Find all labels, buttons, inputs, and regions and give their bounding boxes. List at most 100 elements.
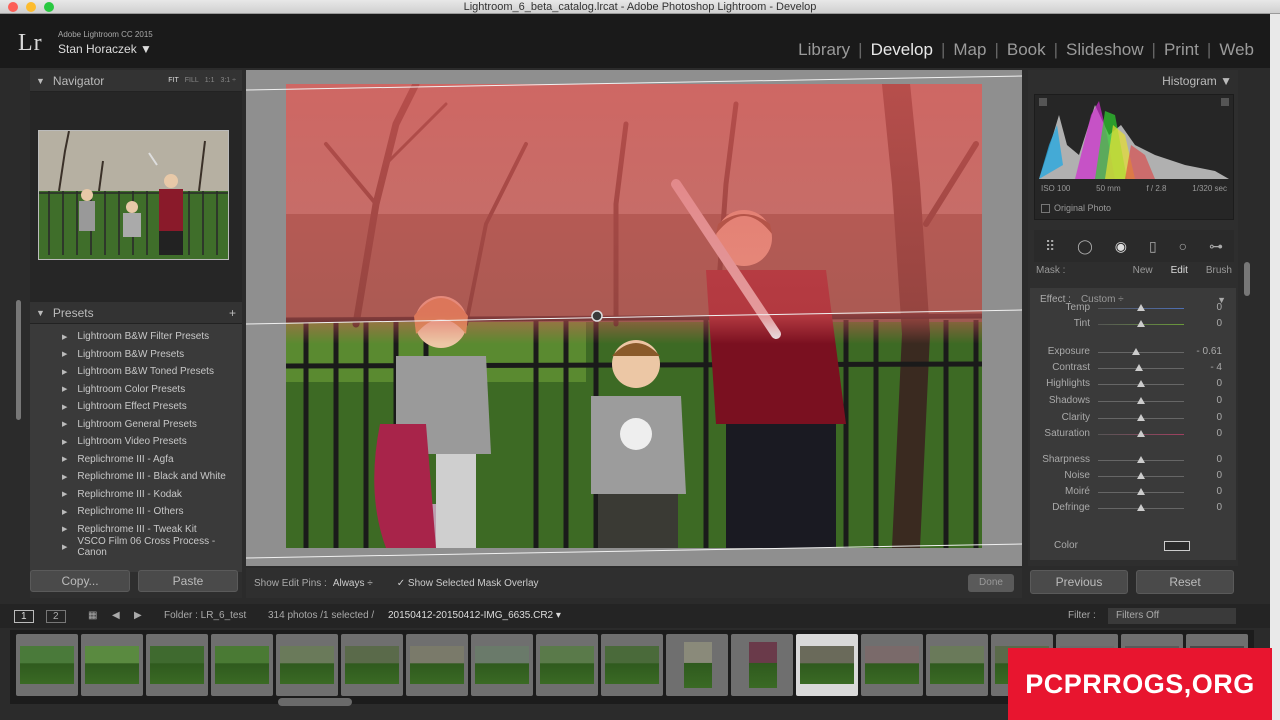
preset-folder[interactable]: ▶ Replichrome III - Agfa xyxy=(30,451,242,469)
slider-value[interactable]: 0 xyxy=(1216,318,1222,329)
slider-value[interactable]: 0 xyxy=(1216,428,1222,439)
view-2-button[interactable]: 2 xyxy=(46,610,66,623)
zoom-fit[interactable]: FIT xyxy=(168,77,179,84)
slider-knob[interactable] xyxy=(1137,320,1145,327)
red-eye-icon[interactable]: ◉ xyxy=(1115,238,1127,255)
filmstrip-thumbnail[interactable] xyxy=(146,634,208,696)
mask-brush[interactable]: Brush xyxy=(1206,265,1232,276)
slider-value[interactable]: 0 xyxy=(1216,412,1222,423)
original-photo-toggle[interactable]: Original Photo xyxy=(1041,203,1111,213)
slider-track[interactable] xyxy=(1098,352,1184,353)
preset-folder[interactable]: ▶ Lightroom B&W Toned Presets xyxy=(30,363,242,381)
filmstrip-thumbnail[interactable] xyxy=(536,634,598,696)
slider-knob[interactable] xyxy=(1137,472,1145,479)
navigator-thumbnail[interactable] xyxy=(38,130,229,260)
slider-knob[interactable] xyxy=(1137,397,1145,404)
zoom-fill[interactable]: FILL xyxy=(185,77,199,84)
preset-folder[interactable]: ▶ Replichrome III - Others xyxy=(30,503,242,521)
slider-knob[interactable] xyxy=(1135,364,1144,371)
photo-canvas[interactable] xyxy=(246,70,1022,566)
slider-value[interactable]: 0 xyxy=(1216,502,1222,513)
slider-knob[interactable] xyxy=(1137,430,1145,437)
histogram-header[interactable]: Histogram ▼ xyxy=(1028,70,1238,92)
main-photo[interactable] xyxy=(286,84,982,548)
slider-tint[interactable]: Tint 0 xyxy=(1030,316,1236,332)
view-1-button[interactable]: 1 xyxy=(14,610,34,623)
module-develop[interactable]: Develop xyxy=(865,40,939,60)
filmstrip-thumbnail[interactable] xyxy=(341,634,403,696)
show-edit-pins-select[interactable]: Always ÷ xyxy=(333,578,373,589)
filmstrip-thumbnail[interactable] xyxy=(861,634,923,696)
slider-value[interactable]: 0 xyxy=(1216,486,1222,497)
graduated-filter-icon[interactable]: ▯ xyxy=(1149,238,1157,255)
slider-moir[interactable]: Moiré 0 xyxy=(1030,484,1236,500)
paste-button[interactable]: Paste xyxy=(138,570,238,592)
slider-knob[interactable] xyxy=(1137,456,1145,463)
filmstrip-thumbnail[interactable] xyxy=(471,634,533,696)
filmstrip-scrollbar[interactable] xyxy=(278,698,352,706)
module-web[interactable]: Web xyxy=(1213,40,1260,60)
preset-folder[interactable]: ▶ Replichrome III - Black and White xyxy=(30,468,242,486)
slider-knob[interactable] xyxy=(1137,504,1145,511)
slider-highlights[interactable]: Highlights 0 xyxy=(1030,376,1236,392)
slider-knob[interactable] xyxy=(1137,414,1145,421)
forward-arrow-icon[interactable]: ▶ xyxy=(134,610,142,621)
right-panel-scrollbar[interactable] xyxy=(1244,262,1250,296)
preset-folder[interactable]: ▶ Lightroom General Presets xyxy=(30,416,242,434)
preset-folder[interactable]: ▶ Lightroom B&W Filter Presets xyxy=(30,328,242,346)
slider-value[interactable]: - 0.61 xyxy=(1196,346,1222,357)
grid-view-icon[interactable]: ▦ xyxy=(88,610,97,621)
slider-value[interactable]: 0 xyxy=(1216,395,1222,406)
slider-temp[interactable]: Temp 0 xyxy=(1030,300,1236,316)
histogram-graph[interactable] xyxy=(1035,95,1233,185)
slider-noise[interactable]: Noise 0 xyxy=(1030,468,1236,484)
slider-knob[interactable] xyxy=(1131,348,1140,355)
presets-header[interactable]: ▼ Presets + xyxy=(30,302,242,324)
slider-contrast[interactable]: Contrast - 4 xyxy=(1030,360,1236,376)
navigator-header[interactable]: ▼ Navigator FIT FILL 1:1 3:1 ÷ xyxy=(30,70,242,92)
slider-knob[interactable] xyxy=(1137,488,1145,495)
back-arrow-icon[interactable]: ◀ xyxy=(112,610,120,621)
preset-folder[interactable]: ▶ Replichrome III - Kodak xyxy=(30,486,242,504)
slider-defringe[interactable]: Defringe 0 xyxy=(1030,500,1236,516)
previous-button[interactable]: Previous xyxy=(1030,570,1128,594)
slider-clarity[interactable]: Clarity 0 xyxy=(1030,410,1236,426)
slider-value[interactable]: - 4 xyxy=(1210,362,1222,373)
module-slideshow[interactable]: Slideshow xyxy=(1060,40,1150,60)
zoom-1-1[interactable]: 1:1 xyxy=(205,77,215,84)
left-panel-scrollbar[interactable] xyxy=(16,300,21,420)
crop-grid-icon[interactable]: ⠿ xyxy=(1045,238,1055,255)
preset-folder[interactable]: ▶ Lightroom B&W Presets xyxy=(30,346,242,364)
slider-sharpness[interactable]: Sharpness 0 xyxy=(1030,452,1236,468)
module-library[interactable]: Library xyxy=(792,40,856,60)
filmstrip-thumbnail[interactable] xyxy=(796,634,858,696)
show-mask-overlay-checkbox[interactable]: ✓ Show Selected Mask Overlay xyxy=(397,578,539,589)
copy-button[interactable]: Copy... xyxy=(30,570,130,592)
zoom-3-1[interactable]: 3:1 ÷ xyxy=(220,77,236,84)
slider-saturation[interactable]: Saturation 0 xyxy=(1030,426,1236,442)
color-swatch[interactable] xyxy=(1164,541,1190,551)
original-photo-checkbox[interactable] xyxy=(1041,203,1050,213)
preset-folder[interactable]: ▶ Lightroom Color Presets xyxy=(30,381,242,399)
preset-folder[interactable]: ▶ Lightroom Video Presets xyxy=(30,433,242,451)
mask-edit[interactable]: Edit xyxy=(1171,265,1188,276)
preset-folder[interactable]: ▶ Lightroom Effect Presets xyxy=(30,398,242,416)
slider-value[interactable]: 0 xyxy=(1216,470,1222,481)
slider-shadows[interactable]: Shadows 0 xyxy=(1030,393,1236,409)
radial-filter-icon[interactable]: ○ xyxy=(1179,238,1187,254)
identity-plate-user[interactable]: Stan Horaczek ▼ xyxy=(58,42,152,56)
filmstrip-thumbnail[interactable] xyxy=(926,634,988,696)
filmstrip-thumbnail[interactable] xyxy=(276,634,338,696)
filmstrip-thumbnail[interactable] xyxy=(601,634,663,696)
selected-filename[interactable]: 20150412-20150412-IMG_6635.CR2 ▾ xyxy=(388,610,561,621)
mask-new[interactable]: New xyxy=(1133,265,1153,276)
slider-value[interactable]: 0 xyxy=(1216,378,1222,389)
slider-value[interactable]: 0 xyxy=(1216,454,1222,465)
reset-button[interactable]: Reset xyxy=(1136,570,1234,594)
slider-exposure[interactable]: Exposure - 0.61 xyxy=(1030,344,1236,360)
module-book[interactable]: Book xyxy=(1001,40,1052,60)
module-map[interactable]: Map xyxy=(947,40,992,60)
preset-folder[interactable]: ▶ VSCO Film 06 Cross Process - Canon xyxy=(30,536,242,558)
module-print[interactable]: Print xyxy=(1158,40,1205,60)
slider-value[interactable]: 0 xyxy=(1216,302,1222,313)
